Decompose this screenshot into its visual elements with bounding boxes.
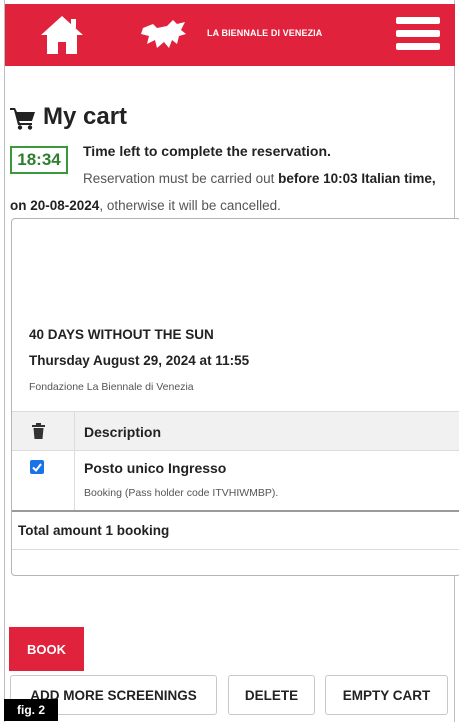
page-title: My cart [43,103,128,130]
lion-logo-icon [141,20,186,48]
biennale-lion-logo[interactable] [139,18,189,52]
figure-label: fig. 2 [4,699,58,721]
empty-cart-button[interactable]: EMPTY CART [325,675,448,715]
shopping-cart-icon [10,108,35,130]
event-organizer: Fondazione La Biennale di Venezia [29,381,194,393]
time-left-label: Time left to complete the reservation. [83,143,331,159]
reservation-note: Reservation must be carried out before 1… [10,165,455,219]
event-title: 40 DAYS WITHOUT THE SUN [29,327,214,342]
total-amount: Total amount 1 booking [18,523,170,538]
booking-checkbox[interactable] [30,460,44,474]
top-navigation-bar: LA BIENNALE DI VENEZIA [5,4,455,66]
column-header-description: Description [84,424,162,440]
table-row: Posto unico Ingresso Booking (Pass holde… [12,451,459,510]
reservation-note-pre: Reservation must be carried out [83,171,279,186]
home-icon [41,16,83,54]
column-divider [74,412,75,450]
delete-button[interactable]: DELETE [228,675,315,715]
event-datetime: Thursday August 29, 2024 at 11:55 [29,353,250,368]
ticket-note: Booking (Pass holder code ITVHIWMBP). [84,487,279,499]
trash-icon [32,423,45,439]
booking-table-header: Description [12,411,459,451]
ticket-name: Posto unico Ingresso [84,460,227,476]
home-button[interactable] [39,14,85,56]
book-button[interactable]: BOOK [9,627,84,671]
column-divider [74,451,75,510]
hamburger-menu-icon [396,17,440,24]
brand-name[interactable]: LA BIENNALE DI VENEZIA [207,28,322,38]
reservation-note-post: , otherwise it will be cancelled. [99,198,281,213]
hamburger-menu-button[interactable] [396,17,440,55]
total-row: Total amount 1 booking [12,510,459,550]
checkmark-icon [32,463,42,473]
